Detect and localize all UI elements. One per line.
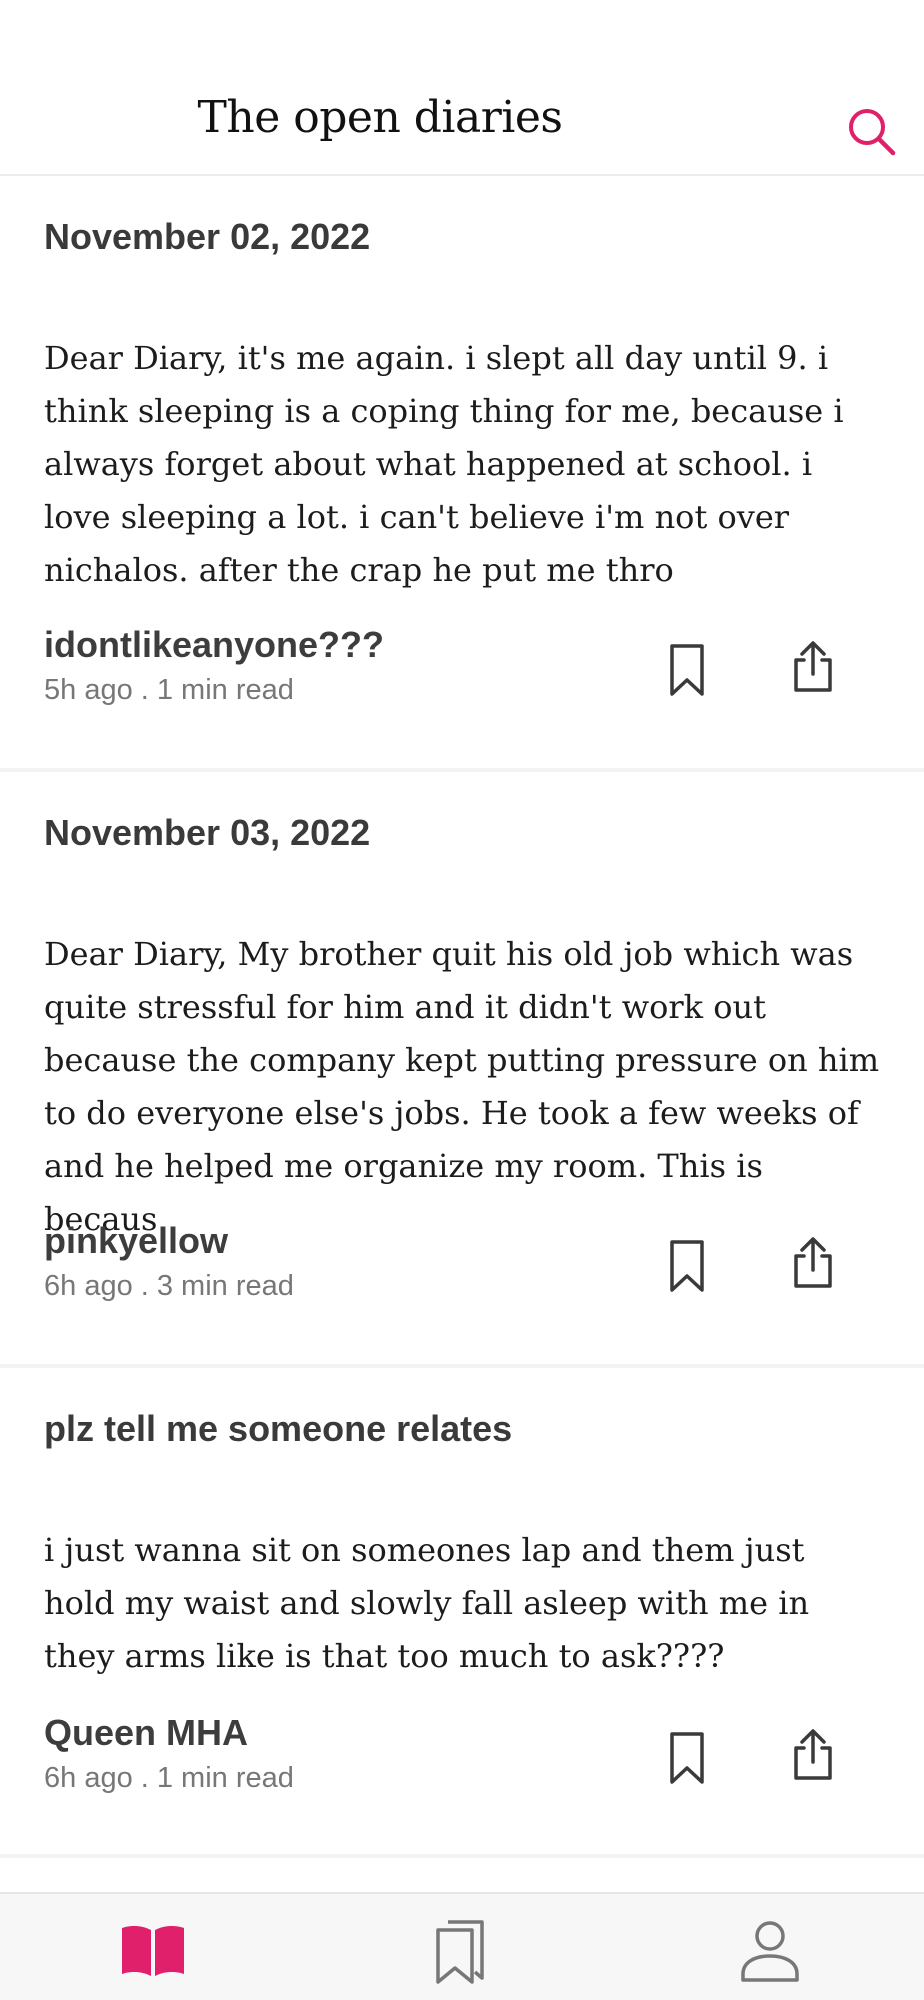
diary-card[interactable]: November 02, 2022 Dear Diary, it's me ag… bbox=[0, 176, 924, 772]
diary-feed: November 02, 2022 Dear Diary, it's me ag… bbox=[0, 176, 924, 1858]
post-author[interactable]: pinkyellow bbox=[44, 1220, 228, 1262]
bookmark-icon[interactable] bbox=[662, 642, 712, 698]
post-author[interactable]: Queen MHA bbox=[44, 1712, 248, 1754]
bookmarks-icon[interactable] bbox=[428, 1916, 498, 1986]
post-meta: 6h ago . 1 min read bbox=[44, 1762, 294, 1794]
share-icon[interactable] bbox=[788, 1726, 838, 1782]
post-excerpt: i just wanna sit on someones lap and the… bbox=[44, 1531, 810, 1675]
post-title: November 02, 2022 bbox=[44, 216, 371, 257]
diary-card[interactable]: November 03, 2022 Dear Diary, My brother… bbox=[0, 772, 924, 1368]
post-meta: 5h ago . 1 min read bbox=[44, 674, 294, 706]
diary-card[interactable]: plz tell me someone relates i just wanna… bbox=[0, 1368, 924, 1858]
app-title: The open diaries bbox=[197, 92, 563, 143]
post-meta: 6h ago . 3 min read bbox=[44, 1270, 294, 1302]
search-icon[interactable] bbox=[846, 106, 898, 158]
post-author[interactable]: idontlikeanyone??? bbox=[44, 624, 384, 666]
app-header: The open diaries bbox=[0, 0, 924, 176]
share-icon[interactable] bbox=[788, 1234, 838, 1290]
post-excerpt: Dear Diary, it's me again. i slept all d… bbox=[44, 339, 844, 589]
open-book-icon[interactable] bbox=[118, 1916, 188, 1986]
post-excerpt: Dear Diary, My brother quit his old job … bbox=[44, 935, 880, 1238]
bookmark-icon[interactable] bbox=[662, 1730, 712, 1786]
share-icon[interactable] bbox=[788, 638, 838, 694]
user-icon[interactable] bbox=[735, 1916, 805, 1986]
post-title: November 03, 2022 bbox=[44, 812, 371, 853]
bottom-tab-bar bbox=[0, 1892, 924, 2000]
post-title: plz tell me someone relates bbox=[44, 1408, 513, 1449]
bookmark-icon[interactable] bbox=[662, 1238, 712, 1294]
